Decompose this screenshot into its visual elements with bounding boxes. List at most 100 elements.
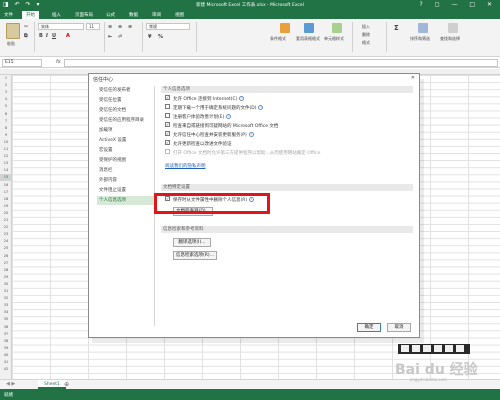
option-connect-internet[interactable]: ✓ 允许 Office 连接到 Internet(C) i	[165, 95, 245, 103]
row-header[interactable]: 1	[0, 75, 12, 82]
tab-data[interactable]: 数据	[129, 12, 138, 18]
cut-icon[interactable]: ✂	[24, 24, 28, 30]
tab-file[interactable]: 文件	[4, 12, 13, 18]
tab-review[interactable]: 审阅	[152, 12, 161, 18]
row-header[interactable]: 26	[0, 253, 12, 260]
ok-button[interactable]: 确定	[357, 323, 381, 332]
row-header[interactable]: 3	[0, 89, 12, 96]
privacy-statement-link[interactable]: 阅读我们的隐私声明	[165, 163, 206, 169]
checkbox-icon[interactable]	[165, 113, 170, 118]
row-header[interactable]: 22	[0, 224, 12, 231]
option-file-validation[interactable]: ✓ 允许更新检查以改进文件验证	[165, 140, 232, 148]
row-header[interactable]: 18	[0, 196, 12, 203]
checkbox-icon[interactable]: ✓	[165, 122, 170, 127]
row-header[interactable]: 24	[0, 238, 12, 245]
option-download-diagnostics[interactable]: 定期下载一个用于确定系统问题的文件(D) i	[165, 104, 264, 112]
row-header[interactable]: 8	[0, 125, 12, 132]
table-format-icon[interactable]	[304, 23, 314, 33]
nav-item-trusted-publishers[interactable]: 受信任的发布者	[97, 86, 154, 95]
cell-styles-icon[interactable]	[332, 23, 342, 33]
font-size-box[interactable]: 11	[86, 23, 100, 30]
row-header[interactable]: 34	[0, 309, 12, 316]
nav-item-privacy-options[interactable]: 个人信息选项	[97, 196, 154, 205]
row-header[interactable]: 10	[0, 139, 12, 146]
nav-item-file-block-settings[interactable]: 文件阻止设置	[97, 186, 154, 195]
row-header[interactable]: 6	[0, 111, 12, 118]
conditional-format-icon[interactable]	[280, 23, 290, 33]
media-button-icon[interactable]	[456, 345, 464, 352]
row-header[interactable]: 21	[0, 217, 12, 224]
nav-item-trusted-locations[interactable]: 受信任位置	[97, 96, 154, 105]
window-controls[interactable]: ? ◻ — □ ✕	[420, 1, 498, 8]
nav-item-macro-settings[interactable]: 宏设置	[97, 146, 154, 155]
tab-view[interactable]: 视图	[175, 12, 184, 18]
row-header[interactable]: 9	[0, 132, 12, 139]
add-sheet-icon[interactable]: ⊕	[64, 381, 69, 388]
percent-icon[interactable]: %	[158, 34, 163, 40]
row-header[interactable]: 17	[0, 189, 12, 196]
indent-icon[interactable]: ⇤	[108, 34, 112, 40]
info-icon[interactable]: i	[239, 96, 245, 101]
row-header[interactable]: 20	[0, 210, 12, 217]
sheet-tab-sheet1[interactable]: Sheet1	[38, 380, 66, 389]
name-box[interactable]: E15	[2, 59, 42, 67]
row-header[interactable]: 32	[0, 295, 12, 302]
row-header[interactable]: 30	[0, 281, 12, 288]
media-button-icon[interactable]	[445, 345, 453, 352]
formula-input[interactable]	[64, 59, 498, 67]
row-header[interactable]: 25	[0, 245, 12, 252]
tab-home[interactable]: 开始	[22, 11, 39, 19]
row-header[interactable]: 12	[0, 153, 12, 160]
insert-cells-button[interactable]: 插入	[362, 24, 370, 30]
media-control-bar[interactable]	[398, 344, 470, 354]
nav-item-add-ins[interactable]: 加载项	[97, 126, 154, 135]
tab-page-layout[interactable]: 页面布局	[75, 12, 93, 18]
media-button-icon[interactable]	[401, 345, 409, 352]
nav-item-external-content[interactable]: 外部内容	[97, 176, 154, 185]
row-header[interactable]: 2	[0, 82, 12, 89]
media-button-icon[interactable]	[412, 345, 420, 352]
nav-item-trusted-app-catalogs[interactable]: 受信任的应用程序目录	[97, 116, 154, 125]
row-header[interactable]: 37	[0, 331, 12, 338]
close-icon[interactable]: ✕	[411, 75, 415, 81]
font-name-box[interactable]: 宋体	[38, 23, 84, 30]
nav-item-protected-view[interactable]: 受保护的视图	[97, 156, 154, 165]
info-icon[interactable]: i	[248, 132, 254, 137]
checkbox-icon[interactable]: ✓	[165, 95, 170, 100]
row-header[interactable]: 41	[0, 359, 12, 366]
tab-formulas[interactable]: 公式	[106, 12, 115, 18]
row-header[interactable]: 36	[0, 324, 12, 331]
row-header[interactable]: 27	[0, 260, 12, 267]
row-header[interactable]: 38	[0, 338, 12, 345]
row-header[interactable]: 23	[0, 231, 12, 238]
checkbox-icon[interactable]: ✓	[165, 131, 170, 136]
copy-icon[interactable]: ⧉	[24, 33, 28, 39]
row-header[interactable]: 11	[0, 146, 12, 153]
sort-filter-icon[interactable]	[418, 23, 428, 33]
row-header[interactable]: 4	[0, 96, 12, 103]
paste-icon[interactable]	[6, 23, 20, 39]
fx-icon[interactable]: fx	[56, 59, 61, 65]
row-header[interactable]: 14	[0, 167, 12, 174]
row-header[interactable]: 33	[0, 302, 12, 309]
media-button-icon[interactable]	[423, 345, 431, 352]
row-header[interactable]: 5	[0, 103, 12, 110]
row-header[interactable]: 13	[0, 160, 12, 167]
info-icon[interactable]: i	[258, 105, 264, 110]
nav-item-trusted-documents[interactable]: 受信任的文档	[97, 106, 154, 115]
row-header[interactable]: 31	[0, 288, 12, 295]
row-header[interactable]: 35	[0, 316, 12, 323]
nav-item-activex-settings[interactable]: ActiveX 设置	[97, 136, 154, 145]
number-format-box[interactable]: 常规	[146, 23, 190, 30]
row-header[interactable]: 16	[0, 182, 12, 189]
sheet-nav-arrows[interactable]: ◀ ▶	[6, 381, 15, 387]
row-header[interactable]: 40	[0, 352, 12, 359]
checkbox-icon[interactable]	[165, 104, 170, 109]
align-left-icon[interactable]: ≡	[108, 24, 112, 30]
cancel-button[interactable]: 取消	[387, 323, 411, 332]
find-select-icon[interactable]	[448, 23, 458, 33]
align-center-icon[interactable]: ≡	[118, 24, 122, 30]
font-color-icon[interactable]: A	[66, 33, 70, 39]
translate-options-button[interactable]: 翻译选项(I)...	[173, 238, 211, 247]
row-header[interactable]: 28	[0, 267, 12, 274]
